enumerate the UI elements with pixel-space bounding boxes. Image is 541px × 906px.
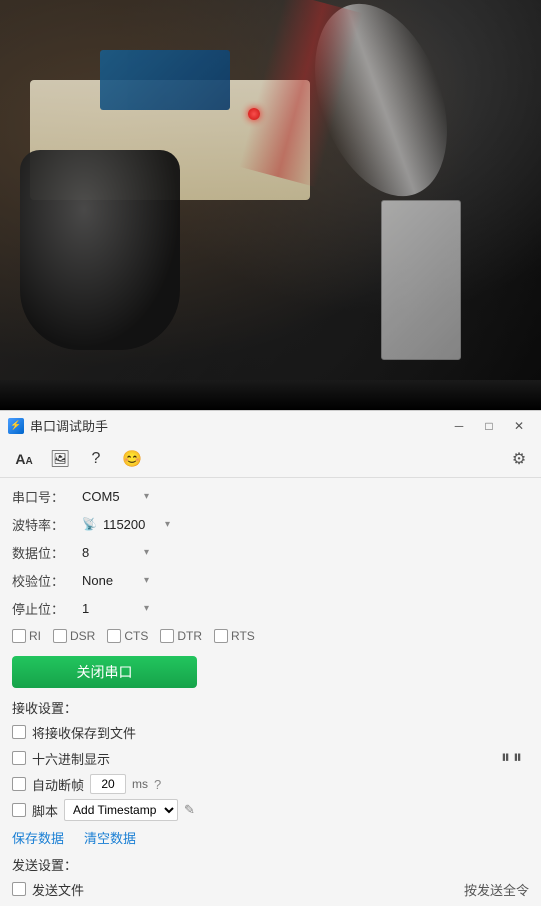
hex-display-checkbox[interactable] xyxy=(12,751,26,765)
data-bits-arrow: ▾ xyxy=(144,547,149,558)
baud-icon: 📡 xyxy=(82,517,97,531)
signal-row: RI DSR CTS DTR RTS xyxy=(0,622,541,650)
help-icon: ? xyxy=(92,450,101,468)
ri-label: RI xyxy=(29,629,41,643)
emoji-button[interactable]: 😊 xyxy=(116,445,148,473)
save-data-link[interactable]: 保存数据 xyxy=(12,828,64,847)
font-icon: AA xyxy=(15,451,32,467)
close-port-button[interactable]: 关闭串口 xyxy=(12,656,197,688)
save-to-file-checkbox[interactable] xyxy=(12,725,26,739)
maximize-button[interactable]: □ xyxy=(475,415,503,437)
image-button[interactable]: 🖼 xyxy=(44,445,76,473)
ri-checkbox[interactable] xyxy=(12,629,26,643)
baud-label: 波特率： xyxy=(12,515,82,534)
receive-section-header: 接收设置： xyxy=(0,694,541,719)
stop-bits-arrow: ▾ xyxy=(144,603,149,614)
window-controls: ─ □ ✕ xyxy=(445,415,533,437)
data-bits-row: 数据位： 8 ▾ xyxy=(0,538,541,566)
send-file-label: 发送文件 xyxy=(32,880,84,899)
transmit-section: 发送设置： xyxy=(0,851,541,876)
port-value: COM5 xyxy=(82,489,142,504)
emoji-icon: 😊 xyxy=(122,449,142,469)
baud-arrow: ▾ xyxy=(165,519,170,530)
baud-select[interactable]: 115200 ▾ xyxy=(103,517,170,532)
port-select[interactable]: COM5 ▾ xyxy=(82,489,149,504)
send-file-checkbox[interactable] xyxy=(12,882,26,896)
cts-label: CTS xyxy=(124,629,148,643)
parity-label: 校验位： xyxy=(12,571,82,590)
toolbar: AA 🖼 ? 😊 ⚙ xyxy=(0,440,541,478)
ri-signal: RI xyxy=(12,629,41,643)
cts-checkbox[interactable] xyxy=(107,629,121,643)
gear-icon: ⚙ xyxy=(512,451,526,468)
font-button[interactable]: AA xyxy=(8,445,40,473)
baud-row: 波特率： 📡 115200 ▾ xyxy=(0,510,541,538)
send-all-label: 按发送全令 xyxy=(464,880,529,899)
close-button[interactable]: ✕ xyxy=(505,415,533,437)
autofeed-help-icon[interactable]: ? xyxy=(154,777,161,792)
app-icon: ⚡ xyxy=(8,418,24,434)
dsr-checkbox[interactable] xyxy=(53,629,67,643)
port-label: 串口号： xyxy=(12,487,82,506)
parity-select[interactable]: None ▾ xyxy=(82,573,149,588)
stop-bits-select[interactable]: 1 ▾ xyxy=(82,601,149,616)
save-to-file-label: 将接收保存到文件 xyxy=(32,723,136,742)
port-row: 串口号： COM5 ▾ xyxy=(0,482,541,510)
action-row: 保存数据 清空数据 xyxy=(0,823,541,851)
rts-signal: RTS xyxy=(214,629,255,643)
rts-label: RTS xyxy=(231,629,255,643)
dtr-signal: DTR xyxy=(160,629,202,643)
gear-button[interactable]: ⚙ xyxy=(505,445,533,473)
help-button[interactable]: ? xyxy=(80,445,112,473)
transmit-label: 发送设置： xyxy=(12,858,77,873)
receive-label: 接收设置： xyxy=(12,701,77,716)
port-arrow: ▾ xyxy=(144,491,149,502)
hex-display-label: 十六进制显示 xyxy=(32,749,110,768)
rts-checkbox[interactable] xyxy=(214,629,228,643)
autofeed-input[interactable] xyxy=(90,774,126,794)
script-select[interactable]: Add Timestamp xyxy=(64,799,178,821)
script-checkbox[interactable] xyxy=(12,803,26,817)
edit-script-icon[interactable]: ✎ xyxy=(184,802,195,818)
script-row: 脚本 Add Timestamp ✎ xyxy=(0,797,501,823)
receive-section: 接收设置： 将接收保存到文件 十六进制显示 自动断帧 xyxy=(0,694,541,851)
stop-bits-value: 1 xyxy=(82,601,142,616)
parity-row: 校验位： None ▾ xyxy=(0,566,541,594)
ms-unit-label: ms xyxy=(132,777,148,791)
dsr-signal: DSR xyxy=(53,629,95,643)
script-label: 脚本 xyxy=(32,801,58,820)
hardware-photo xyxy=(0,0,541,410)
parity-value: None xyxy=(82,573,142,588)
hex-display-row: 十六进制显示 xyxy=(0,745,501,771)
transmit-row: 发送文件 按发送全令 xyxy=(0,876,541,902)
autofeed-label: 自动断帧 xyxy=(32,775,84,794)
autofeed-checkbox[interactable] xyxy=(12,777,26,791)
minimize-button[interactable]: ─ xyxy=(445,415,473,437)
dtr-checkbox[interactable] xyxy=(160,629,174,643)
cts-signal: CTS xyxy=(107,629,148,643)
dsr-label: DSR xyxy=(70,629,95,643)
settings-panel: 串口号： COM5 ▾ 波特率： 📡 115200 ▾ 数据位： 8 ▾ 校验位… xyxy=(0,478,541,906)
data-bits-value: 8 xyxy=(82,545,142,560)
image-icon: 🖼 xyxy=(50,449,70,469)
clear-data-link[interactable]: 清空数据 xyxy=(84,828,136,847)
hex-pause-icons: ⏸⏸ xyxy=(501,719,541,768)
stop-bits-row: 停止位： 1 ▾ xyxy=(0,594,541,622)
baud-value: 115200 xyxy=(103,517,163,532)
dtr-label: DTR xyxy=(177,629,202,643)
data-bits-select[interactable]: 8 ▾ xyxy=(82,545,149,560)
titlebar: ⚡ 串口调试助手 ─ □ ✕ xyxy=(0,410,541,440)
stop-bits-label: 停止位： xyxy=(12,599,82,618)
data-bits-label: 数据位： xyxy=(12,543,82,562)
window-title: 串口调试助手 xyxy=(30,416,445,435)
save-to-file-row: 将接收保存到文件 xyxy=(0,719,501,745)
autofeed-row: 自动断帧 ms ? xyxy=(0,771,501,797)
parity-arrow: ▾ xyxy=(144,575,149,586)
